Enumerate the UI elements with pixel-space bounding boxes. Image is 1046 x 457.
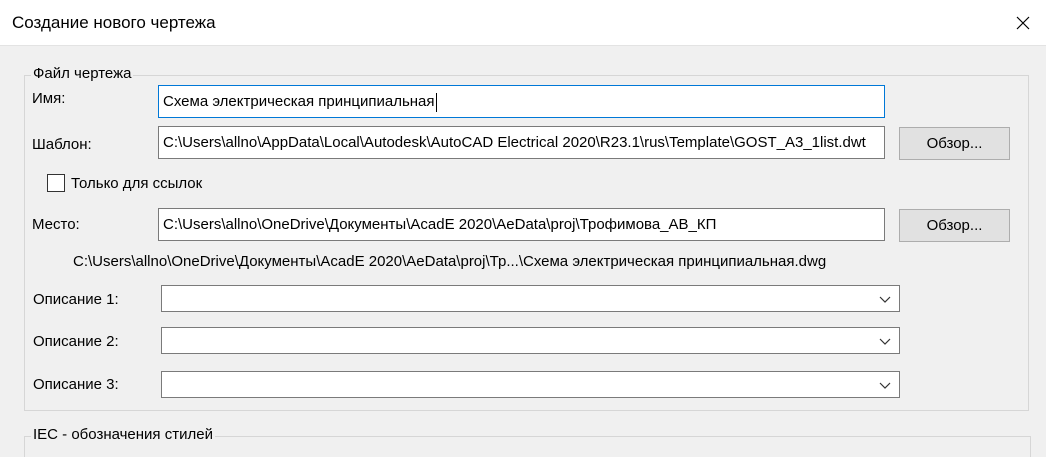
description-3-combo[interactable]: [161, 371, 900, 398]
location-input[interactable]: C:\Users\allno\OneDrive\Документы\AcadE …: [158, 208, 885, 241]
template-label: Шаблон:: [32, 136, 92, 153]
description-1-combo[interactable]: [161, 285, 900, 312]
name-label: Имя:: [32, 90, 66, 107]
location-browse-button[interactable]: Обзор...: [899, 209, 1010, 242]
close-button[interactable]: [1000, 0, 1046, 45]
template-input-value: C:\Users\allno\AppData\Local\Autodesk\Au…: [163, 134, 866, 151]
location-label: Место:: [32, 216, 80, 233]
description-3-label: Описание 3:: [33, 376, 119, 393]
description-1-label: Описание 1:: [33, 291, 119, 308]
drawing-file-group-label: Файл чертежа: [31, 65, 134, 82]
description-2-combo[interactable]: [161, 327, 900, 354]
chevron-down-icon: [879, 296, 891, 303]
template-browse-button[interactable]: Обзор...: [899, 127, 1010, 160]
full-path-text: C:\Users\allno\OneDrive\Документы\AcadE …: [73, 253, 827, 270]
name-input-value: Схема электрическая принципиальная: [163, 93, 435, 110]
reference-only-label: Только для ссылок: [71, 175, 203, 192]
close-icon: [1016, 16, 1030, 29]
window-title: Создание нового чертежа: [12, 13, 216, 32]
description-2-label: Описание 2:: [33, 333, 119, 350]
reference-only-checkbox[interactable]: [47, 174, 65, 192]
name-input[interactable]: Схема электрическая принципиальная: [158, 85, 885, 118]
location-input-value: C:\Users\allno\OneDrive\Документы\AcadE …: [163, 216, 717, 233]
chevron-down-icon: [879, 382, 891, 389]
iec-style-group-label: IEC - обозначения стилей: [31, 426, 215, 443]
title-bar: Создание нового чертежа: [0, 0, 1046, 46]
text-caret: [435, 92, 437, 112]
chevron-down-icon: [879, 338, 891, 345]
template-input[interactable]: C:\Users\allno\AppData\Local\Autodesk\Au…: [158, 126, 885, 159]
